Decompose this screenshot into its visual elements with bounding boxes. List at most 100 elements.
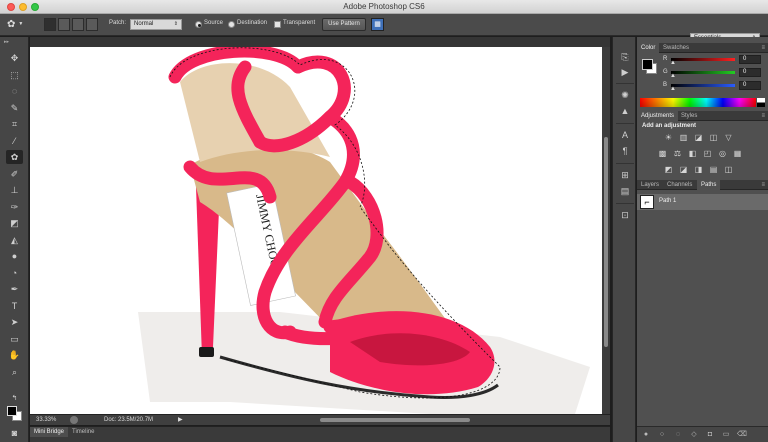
posterize-icon[interactable]: ◪ [678,165,689,175]
source-radio[interactable] [195,21,202,28]
make-work-path-icon[interactable]: ◇ [689,430,699,440]
add-to-selection-button[interactable] [58,18,70,31]
subtract-from-selection-button[interactable] [72,18,84,31]
delete-path-icon[interactable]: ⌫ [737,430,747,440]
document-canvas[interactable]: JIMMY CHOO [30,47,602,414]
slider-knob-icon[interactable]: ▲ [670,60,676,66]
tab-mini-bridge[interactable]: Mini Bridge [30,427,69,437]
new-selection-button[interactable] [44,18,56,31]
fill-path-icon[interactable]: ● [641,430,651,440]
channel-value-field[interactable]: 0 [739,81,761,90]
status-menu-arrow-icon[interactable]: ▶ [178,416,183,423]
paint-bucket-tool-icon[interactable]: ◭ [6,233,23,247]
rectangle-tool-icon[interactable]: ▭ [6,332,23,346]
destination-radio[interactable] [228,21,235,28]
vertical-scroll-thumb[interactable] [604,137,608,347]
tab-adjustments[interactable]: Adjustments [637,111,679,121]
actions-play-icon[interactable]: ▶ [618,66,632,79]
tool-preset-picker[interactable]: ✿ ▼ [4,17,30,32]
clone-source-icon[interactable]: ⊞ [618,169,632,182]
color-foreground-swatch[interactable] [642,59,653,70]
character-icon[interactable]: A [618,129,632,142]
panel-menu-icon[interactable]: ≡ [761,43,765,53]
gradient-map-icon[interactable]: ▤ [708,165,719,175]
horizontal-scroll-thumb[interactable] [320,418,470,422]
tab-timeline[interactable]: Timeline [68,427,98,437]
marquee-tool-icon[interactable]: ⬚ [6,68,23,82]
tab-color[interactable]: Color [637,43,660,53]
pattern-picker-button[interactable]: ▦ [371,18,384,31]
slider-knob-icon[interactable]: ▲ [670,86,676,92]
lasso-tool-icon[interactable]: ◌ [6,84,23,98]
channel-value-field[interactable]: 0 [739,68,761,77]
tab-channels[interactable]: Channels [663,180,696,190]
vertical-scrollbar[interactable] [602,47,610,414]
add-mask-icon[interactable]: ◘ [705,430,715,440]
swap-colors-icon[interactable]: ↰ [6,392,23,406]
patch-mode-select[interactable]: Normal ⇕ [130,19,182,30]
move-tool-icon[interactable]: ✥ [6,51,23,65]
transparent-checkbox[interactable] [274,21,281,28]
tab-paths[interactable]: Paths [697,180,721,190]
hand-tool-icon[interactable]: ✋ [6,348,23,362]
black-white-icon[interactable]: ◧ [687,149,698,159]
color-balance-icon[interactable]: ⚖ [672,149,683,159]
load-selection-icon[interactable]: ◌ [673,430,683,440]
invert-icon[interactable]: ◩ [663,165,674,175]
color-lookup-icon[interactable]: ▦ [732,149,743,159]
brush-tool-icon[interactable]: ✐ [6,167,23,181]
collapse-icon[interactable]: ▸▸ [4,39,9,45]
clone-stamp-tool-icon[interactable]: ⊥ [6,183,23,197]
blur-tool-icon[interactable]: ● [6,249,23,263]
crop-tool-icon[interactable]: ⌗ [6,117,23,131]
photo-filter-icon[interactable]: ◰ [702,149,713,159]
tab-swatches[interactable]: Swatches [659,43,693,53]
history-brush-tool-icon[interactable]: ✑ [6,200,23,214]
intersect-selection-button[interactable] [86,18,98,31]
info-icon[interactable] [70,416,78,424]
paragraph-icon[interactable]: ¶ [618,145,632,158]
stroke-path-icon[interactable]: ○ [657,430,667,440]
path-selection-tool-icon[interactable]: ➤ [6,315,23,329]
tool-presets-icon[interactable]: ▤ [618,185,632,198]
use-pattern-button[interactable]: Use Pattern [322,18,366,31]
patch-tool-icon[interactable]: ✿ [6,150,23,164]
tab-styles[interactable]: Styles [677,111,701,121]
history-icon[interactable]: ⎘ [618,51,632,64]
new-path-icon[interactable]: ▭ [721,430,731,440]
slider-knob-icon[interactable]: ▲ [670,73,676,79]
channel-slider-track[interactable] [671,84,735,87]
channel-value-field[interactable]: 0 [739,55,761,64]
zoom-level[interactable]: 33.33% [36,417,56,423]
channel-slider-track[interactable] [671,58,735,61]
pen-tool-icon[interactable]: ✒ [6,282,23,296]
brush-presets-icon[interactable]: ▲ [618,105,632,118]
path-row[interactable]: ⌐ Path 1 [637,194,768,210]
levels-icon[interactable]: ▥ [678,133,689,143]
dodge-tool-icon[interactable]: ◔ [6,266,23,280]
panel-menu-icon[interactable]: ≡ [761,111,765,121]
layer-comps-icon[interactable]: ⊡ [618,209,632,222]
curves-icon[interactable]: ◪ [693,133,704,143]
black-white-ramp[interactable] [757,98,765,107]
channel-mixer-icon[interactable]: ◎ [717,149,728,159]
hue-saturation-icon[interactable]: ▩ [657,149,668,159]
zoom-tool-icon[interactable]: ⌕ [6,365,23,379]
color-spectrum-ramp[interactable] [640,98,756,107]
selective-color-icon[interactable]: ◫ [723,165,734,175]
exposure-icon[interactable]: ◫ [708,133,719,143]
foreground-color-swatch[interactable] [7,406,17,416]
quick-mask-icon[interactable]: ◙ [6,426,23,440]
vibrance-icon[interactable]: ▽ [723,133,734,143]
tab-layers[interactable]: Layers [637,180,663,190]
channel-slider-track[interactable] [671,71,735,74]
brush-settings-icon[interactable]: ✺ [618,89,632,102]
eraser-tool-icon[interactable]: ◩ [6,216,23,230]
quick-selection-tool-icon[interactable]: ✎ [6,101,23,115]
panel-menu-icon[interactable]: ≡ [761,180,765,190]
eyedropper-tool-icon[interactable]: ⁄ [6,134,23,148]
threshold-icon[interactable]: ◨ [693,165,704,175]
status-bar: 33.33% Doc: 23.5M/20.7M ▶ [30,414,610,425]
brightness-icon[interactable]: ☀ [663,133,674,143]
type-tool-icon[interactable]: T [6,299,23,313]
